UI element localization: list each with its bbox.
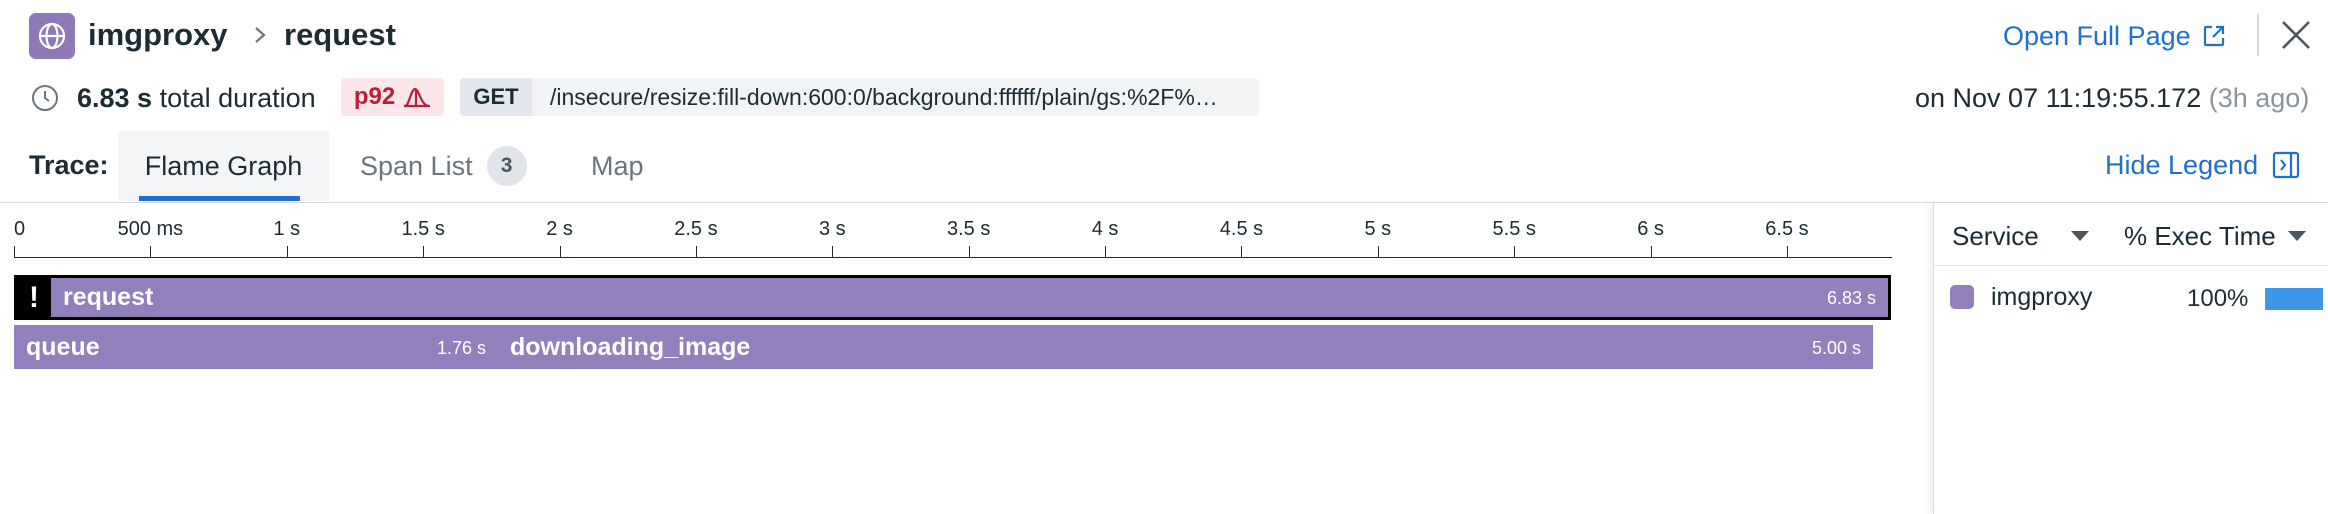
axis-tick [150,246,152,258]
axis-tick [695,246,697,258]
legend-exec-percent: 100% [2187,285,2249,312]
span-name: downloading_image [510,333,751,361]
axis-tick [1514,246,1516,258]
total-duration: 6.83 s total duration [77,81,316,115]
axis-tick-label: 6 s [1637,218,1664,240]
axis-tick-label: 4 s [1091,218,1119,240]
exec-header-label: % Exec Time [2124,221,2276,251]
span-name: request [63,283,154,311]
collapse-panel-icon [2273,151,2300,179]
span-count-badge: 3 [486,146,527,186]
span-bar-request[interactable]: ! request 6.83 s [14,275,1891,320]
service-icon [29,13,75,59]
axis-tick [559,246,561,258]
service-column-header[interactable]: Service [1952,219,2089,253]
http-method-badge: GET [460,78,532,116]
axis-tick [968,246,970,258]
axis-tick-label: 5 s [1364,218,1392,240]
axis-baseline [14,257,1892,258]
hide-legend-label: Hide Legend [2105,150,2259,180]
legend-panel: Service % Exec Time imgproxy 100% [1933,203,2328,514]
open-full-page-label: Open Full Page [2003,21,2191,51]
error-icon: ! [17,278,51,317]
close-icon[interactable] [2279,18,2313,52]
axis-tick-label: 4.5 s [1219,218,1264,240]
active-tab-indicator [139,196,300,201]
axis-tick [1377,246,1379,258]
axis-tick-label: 0 [14,218,26,240]
service-header-label: Service [1952,221,2039,251]
external-link-icon [2203,25,2224,47]
axis-tick [1650,246,1652,258]
duration-value: 6.83 s [77,83,153,113]
caret-down-icon [2070,231,2089,241]
percentile-badge[interactable]: p92 [341,78,444,116]
tab-span-list[interactable]: Span List 3 [360,131,527,201]
axis-tick-label: 6.5 s [1765,218,1809,240]
axis-tick-label: 500 ms [117,218,184,240]
caret-down-icon [2287,231,2306,241]
span-duration: 5.00 s [1811,338,1861,358]
axis-tick-label: 5.5 s [1492,218,1536,240]
axis-tick [1105,246,1107,258]
span-duration: 6.83 s [1826,288,1876,308]
exec-time-column-header[interactable]: % Exec Time [2124,219,2306,253]
time-axis: 0 500 ms 1 s 1.5 s 2 s 2.5 s 3 s 3.5 s 4 s 4.5 s 5… [14,212,1892,258]
axis-tick-label: 1.5 s [401,218,445,240]
hide-legend-button[interactable]: Hide Legend [2105,148,2300,182]
axis-tick-label: 2 s [546,218,573,240]
exec-time-bar [2265,288,2323,310]
span-name: queue [26,333,100,361]
axis-tick [14,246,15,258]
span-bar-downloading-image[interactable]: downloading_image 5.00 s [498,325,1873,369]
tab-flame-graph[interactable]: Flame Graph [118,131,329,201]
axis-tick [286,246,288,258]
header-divider [2257,14,2259,56]
service-name[interactable]: imgproxy [88,16,228,54]
axis-tick-label: 1 s [273,218,301,240]
percentile-label: p92 [353,83,396,110]
relative-time: (3h ago) [2208,83,2310,113]
axis-tick [423,246,425,258]
timestamp: on Nov 07 11:19:55.172 (3h ago) [1915,81,2328,115]
span-bar-queue[interactable]: queue 1.76 s [14,325,498,369]
tab-map[interactable]: Map [591,131,644,201]
duration-suffix: total duration [159,83,316,113]
timestamp-value: on Nov 07 11:19:55.172 [1915,83,2202,113]
axis-tick [1786,246,1788,258]
axis-tick-label: 3.5 s [946,218,991,240]
legend-service-name: imgproxy [1991,283,2093,311]
open-full-page-link[interactable]: Open Full Page [2003,19,2227,53]
span-title: request [284,17,396,52]
request-url[interactable]: /insecure/resize:fill-down:600:0/backgro… [532,78,1259,116]
axis-tick-label: 2.5 s [674,218,718,240]
axis-tick [832,246,834,258]
trace-label: Trace: [29,150,109,180]
globe-icon [38,22,66,50]
service-color-swatch [1950,285,1974,309]
span-duration: 1.76 s [436,338,486,358]
tab-span-list-label: Span List [360,151,473,181]
chevron-right-icon [255,27,266,43]
clock-icon [32,85,58,111]
axis-tick [1241,246,1243,258]
axis-tick-label: 3 s [818,218,846,240]
distribution-icon [404,87,431,108]
legend-divider [1934,265,2328,266]
